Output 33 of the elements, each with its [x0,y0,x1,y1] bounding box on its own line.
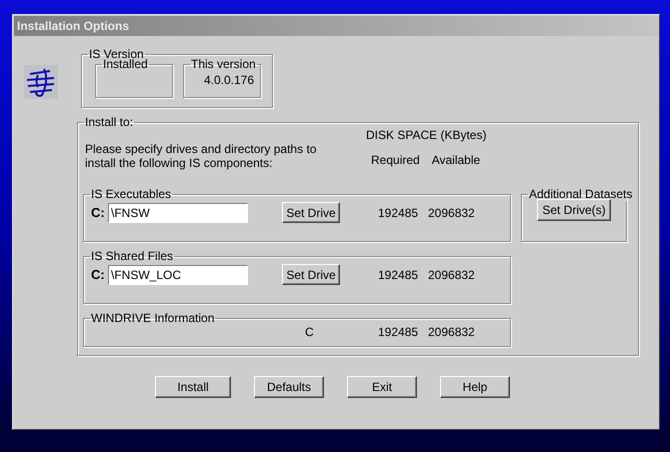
set-drives-button[interactable]: Set Drive(s) [537,199,611,221]
group-label: IS Executables [90,187,172,201]
required-value: 192485 [378,266,420,284]
drive-label: C: [91,204,106,222]
group-label: Install to: [84,115,134,129]
dialog-button[interactable]: Help [440,376,510,398]
instruction-text: Please specify drives and directory paths to [85,142,318,156]
dialog-button[interactable]: Exit [347,376,417,398]
window-title: Installation Options [17,18,130,35]
group-label: Additional Datasets [528,187,634,201]
path-field[interactable]: \FNSW_LOC [108,264,248,284]
group-label: Installed [102,57,149,71]
drive-label: C: [91,266,106,284]
coil-icon [24,65,58,99]
group-label: WINDRIVE Information [90,311,216,325]
available-value: 2096832 [428,204,476,222]
dialog-button[interactable]: Defaults [254,376,324,398]
dialog-button[interactable]: Install [155,376,231,398]
group-label: This version [190,57,257,71]
set-drive-button[interactable]: Set Drive [282,264,340,285]
available-value: 2096832 [428,324,476,341]
set-drive-button[interactable]: Set Drive [282,202,340,223]
instruction-text: install the following IS components: [85,156,274,170]
path-field[interactable]: \FNSW [108,202,248,222]
disk-space-header: DISK SPACE (KBytes) [366,128,486,142]
required-value: 192485 [378,204,420,222]
group-label: IS Shared Files [90,249,174,263]
drive-value: C [305,324,315,341]
available-value: 2096832 [428,266,476,284]
column-header: Available [432,152,480,169]
column-header: Required [371,152,420,169]
required-value: 192485 [378,324,420,341]
version-value: 4.0.0.176 [202,72,255,89]
